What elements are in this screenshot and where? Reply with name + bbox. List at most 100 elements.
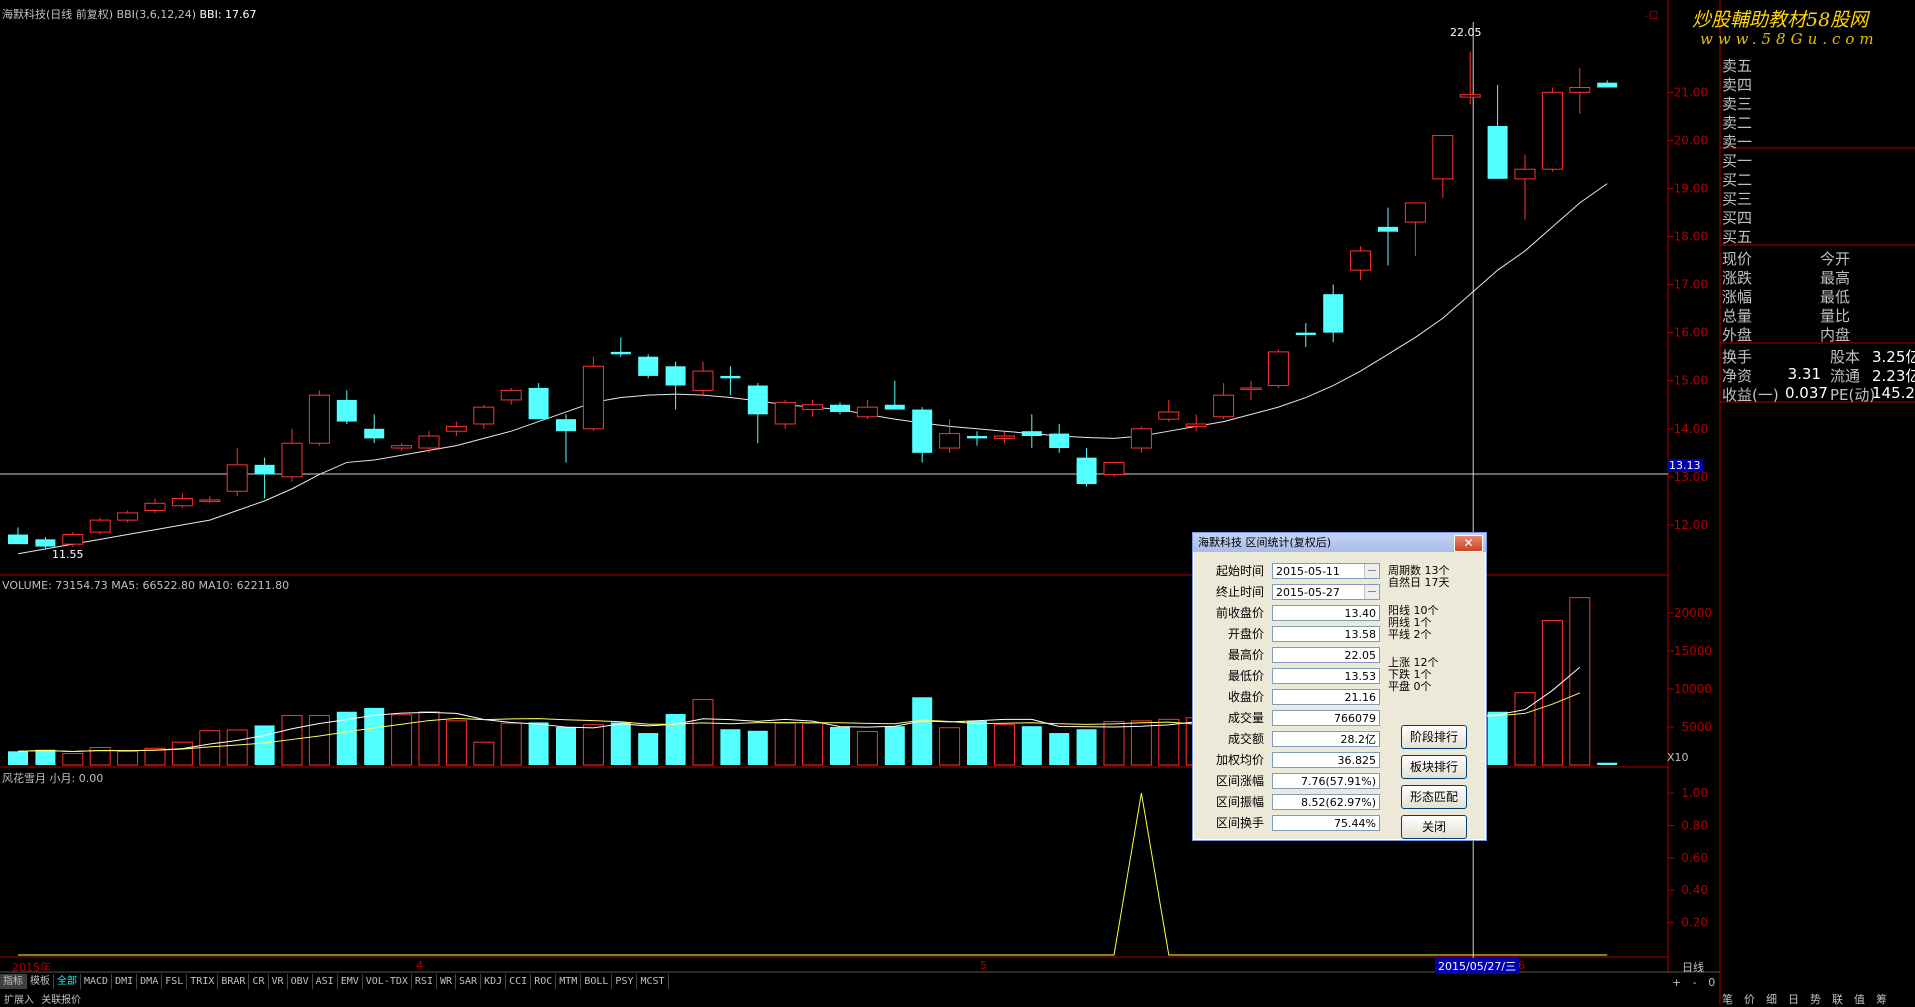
volume-bar[interactable] (1130, 720, 1152, 766)
side-tab[interactable]: 笔 (1722, 993, 1733, 1006)
volume-bar[interactable] (62, 753, 84, 766)
tab-cr[interactable]: CR (249, 974, 269, 989)
candle-body[interactable] (692, 370, 714, 391)
volume-bar[interactable] (1597, 762, 1618, 765)
candle-body[interactable] (281, 442, 303, 478)
candle-body[interactable] (1240, 387, 1262, 390)
volume-bar[interactable] (692, 699, 714, 766)
volume-bar[interactable] (1158, 718, 1180, 766)
candle-body[interactable] (556, 419, 576, 432)
candle-body[interactable] (1267, 351, 1289, 387)
tab-related-quote[interactable]: 关联报价 (41, 995, 81, 1006)
side-tab[interactable]: 值 (1854, 993, 1865, 1006)
dialog-field-value[interactable]: 13.58 (1272, 626, 1380, 642)
zoom-reset-button[interactable]: 0 (1708, 976, 1715, 989)
candle-body[interactable] (199, 499, 221, 502)
volume-bar[interactable] (35, 749, 56, 765)
volume-bar[interactable] (610, 722, 631, 765)
volume-bar[interactable] (912, 697, 933, 765)
tab-mcst[interactable]: MCST (637, 974, 669, 989)
candle-body[interactable] (582, 365, 604, 430)
volume-bar[interactable] (528, 722, 549, 765)
candle-body[interactable] (967, 436, 987, 439)
candle-body[interactable] (418, 435, 440, 449)
candle-body[interactable] (1158, 411, 1180, 420)
tab-brar[interactable]: BRAR (218, 974, 250, 989)
side-tab[interactable]: 联 (1832, 993, 1843, 1006)
volume-bar[interactable] (445, 720, 467, 766)
tab-dma[interactable]: DMA (137, 974, 163, 989)
tab-asi[interactable]: ASI (313, 974, 338, 989)
candle-body[interactable] (1103, 461, 1125, 475)
tab-boll[interactable]: BOLL (581, 974, 613, 989)
dialog-field-value[interactable]: 8.52(62.97%) (1272, 794, 1380, 810)
candle-body[interactable] (1597, 82, 1618, 88)
volume-bar[interactable] (856, 731, 878, 766)
volume-bar[interactable] (993, 724, 1015, 766)
tab-roc[interactable]: ROC (531, 974, 557, 989)
candle-body[interactable] (1487, 125, 1508, 179)
zoom-in-button[interactable]: + (1672, 976, 1681, 989)
tab-rsi[interactable]: RSI (412, 974, 437, 989)
volume-bar[interactable] (802, 722, 824, 766)
close-icon[interactable]: ✕ (1454, 535, 1483, 552)
candle-body[interactable] (473, 406, 495, 425)
sector-rank-button[interactable]: 板块排行 (1401, 755, 1467, 779)
candle-body[interactable] (939, 433, 961, 449)
volume-bar[interactable] (1541, 619, 1563, 766)
dialog-field-value[interactable]: 7.76(57.91%) (1272, 773, 1380, 789)
tab-obv[interactable]: OBV (288, 974, 313, 989)
volume-bar[interactable] (638, 733, 659, 765)
window-controls[interactable]: -口 (1645, 7, 1659, 22)
spin-icon[interactable] (1364, 585, 1379, 599)
candle-body[interactable] (391, 445, 413, 449)
dialog-field-value[interactable]: 13.40 (1272, 605, 1380, 621)
volume-bar[interactable] (226, 729, 248, 766)
candle-body[interactable] (226, 464, 248, 492)
volume-bar[interactable] (8, 751, 28, 765)
volume-bar[interactable] (1569, 597, 1591, 766)
tab-dmi[interactable]: DMI (112, 974, 138, 989)
volume-bar[interactable] (582, 724, 604, 766)
candle-body[interactable] (638, 356, 659, 376)
dialog-field-value[interactable]: 75.44% (1272, 815, 1380, 831)
tab-全部[interactable]: 全部 (54, 974, 81, 989)
stock-chart[interactable]: 21.00 20.00 19.00 18.00 17.00 16.00 15.00 14.00… (0, 0, 1915, 1005)
candle-body[interactable] (912, 409, 933, 453)
candle-body[interactable] (1350, 250, 1372, 271)
candle-body[interactable] (802, 404, 824, 411)
side-tab[interactable]: 价 (1744, 993, 1755, 1006)
candle-body[interactable] (8, 534, 28, 545)
candle-body[interactable] (1514, 168, 1536, 180)
volume-bar[interactable] (939, 727, 961, 766)
period-label[interactable]: 日线 (1682, 959, 1704, 975)
volume-bar[interactable] (830, 726, 850, 765)
tab-kdj[interactable]: KDJ (481, 974, 507, 989)
candle-body[interactable] (830, 404, 850, 412)
side-tab[interactable]: 日 (1788, 993, 1799, 1006)
candle-body[interactable] (1213, 394, 1235, 418)
candle-body[interactable] (89, 519, 111, 533)
candle-body[interactable] (1323, 294, 1344, 333)
candle-body[interactable] (720, 375, 741, 379)
tab-vol-tdx[interactable]: VOL-TDX (363, 974, 412, 989)
candle-body[interactable] (1049, 433, 1070, 449)
volume-bar[interactable] (1103, 721, 1125, 766)
tab-expand[interactable]: 扩展入 (4, 995, 34, 1006)
candle-body[interactable] (1459, 94, 1481, 98)
candle-body[interactable] (336, 399, 357, 422)
volume-bar[interactable] (774, 722, 796, 766)
volume-bar[interactable] (500, 722, 522, 766)
side-tab[interactable]: 细 (1766, 993, 1777, 1006)
close-button[interactable]: 关闭 (1401, 815, 1467, 839)
tab-指标[interactable]: 指标 (0, 974, 27, 989)
dialog-field-value[interactable]: 21.16 (1272, 689, 1380, 705)
volume-bar[interactable] (171, 741, 193, 766)
stage-rank-button[interactable]: 阶段排行 (1401, 725, 1467, 749)
candle-body[interactable] (144, 502, 166, 512)
volume-bar[interactable] (1487, 711, 1508, 765)
dialog-field-value[interactable]: 766079 (1272, 710, 1380, 726)
candle-body[interactable] (1432, 135, 1454, 180)
zoom-out-button[interactable]: - (1693, 976, 1697, 989)
end-time-field[interactable]: 2015-05-27 (1272, 584, 1380, 600)
